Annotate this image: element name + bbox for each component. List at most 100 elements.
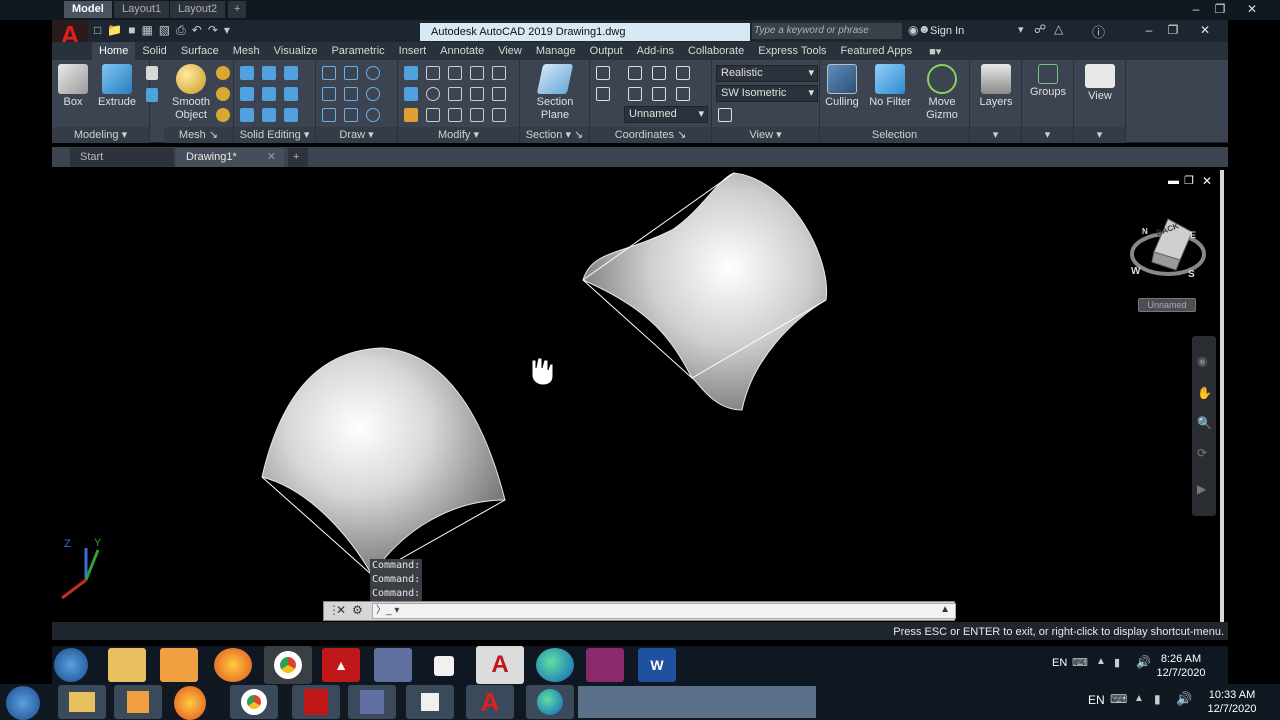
rectangle-icon[interactable] [344,108,358,122]
panel-title[interactable]: Draw ▾ [316,127,397,143]
autocad-taskbar-button[interactable]: A [466,685,514,719]
visual-style-dropdown[interactable]: Realistic ▾ [716,65,818,82]
start-orb-icon[interactable] [54,648,88,682]
language-indicator[interactable]: EN [1088,693,1105,707]
tab-close-icon[interactable]: ✕ [267,148,276,167]
tab-home[interactable]: Home [92,42,136,60]
help-search-input[interactable]: Type a keyword or phrase [752,23,902,39]
separate-icon[interactable] [284,66,298,80]
construction-line-icon[interactable] [344,87,358,101]
groups-button[interactable]: Groups [1028,64,1068,99]
open-icon[interactable]: 📁 [107,23,122,38]
firefox-icon[interactable] [214,648,252,682]
command-input[interactable]: 〉_ ▾ [372,603,956,619]
tab-output[interactable]: Output [583,42,630,60]
steering-wheel-icon[interactable]: ◉ [1197,354,1207,368]
view-button[interactable]: View [1080,64,1120,103]
mesh-refine-icon[interactable] [216,108,230,122]
polyline-icon[interactable] [344,66,358,80]
mesh-smooth-more-icon[interactable] [216,66,230,80]
firefox-icon[interactable] [174,686,206,720]
tab-express-tools[interactable]: Express Tools [751,42,833,60]
zoom-icon[interactable]: 🔍 [1197,416,1212,430]
join-icon[interactable] [492,108,506,122]
qat-dropdown-icon[interactable]: ▾ [224,23,230,38]
tab-surface[interactable]: Surface [174,42,226,60]
tab-insert[interactable]: Insert [392,42,434,60]
mirror-icon[interactable] [470,87,484,101]
shell-icon[interactable] [262,108,276,122]
notepad-taskbar-button[interactable] [406,685,454,719]
ucs-dropdown[interactable]: Unnamed ▾ [624,106,708,123]
chrome-taskbar-button[interactable] [230,685,278,719]
model-surfaces[interactable] [52,170,1228,622]
network-icon[interactable]: ▮ [1114,656,1120,669]
ucs-3point-icon[interactable] [676,87,690,101]
tray-expand-icon[interactable]: ▲ [1096,656,1106,667]
outer-close-icon[interactable]: ✕ [1240,0,1264,18]
tab-drawing1[interactable]: Drawing1* ✕ [176,148,284,167]
rotate-icon[interactable] [426,87,440,101]
fillet-icon[interactable] [492,87,506,101]
circle-icon[interactable] [366,87,380,101]
ucs-z-icon[interactable] [676,66,690,80]
save-icon[interactable]: ■ [128,23,135,38]
panel-expand-icon[interactable]: ▾ [1022,127,1073,143]
ucs-view-icon[interactable] [652,87,666,101]
trim-icon[interactable] [492,66,506,80]
sign-in-button[interactable]: Sign In [930,23,964,39]
clock[interactable]: 8:26 AM 12/7/2020 [1156,652,1206,680]
sign-in-dropdown-icon[interactable]: ▾ [1018,23,1024,36]
acrobat-icon[interactable]: ▲ [322,648,360,682]
copy-icon[interactable] [404,87,418,101]
polysolid-icon[interactable] [146,66,158,80]
arc-icon[interactable] [366,66,380,80]
ucs-x-icon[interactable] [628,66,642,80]
fillet-edge-icon[interactable] [284,87,298,101]
tab-layout1[interactable]: Layout1 [114,1,170,18]
ucs-world-icon[interactable] [596,87,610,101]
smooth-object-button[interactable]: Smooth Object [168,64,214,122]
outer-maximize-icon[interactable]: ❐ [1208,0,1232,18]
keyboard-icon[interactable]: ⌨ [1072,656,1088,669]
tab-solid[interactable]: Solid [135,42,173,60]
edge-taskbar-button[interactable] [526,685,574,719]
undo-icon[interactable]: ↶ [192,23,202,38]
panel-title[interactable]: Section ▾ ↘ [520,127,589,143]
panel-expand-icon[interactable]: ▾ [970,127,1021,143]
tab-parametric[interactable]: Parametric [324,42,391,60]
close-icon[interactable]: ✕ [1194,20,1216,40]
array-icon[interactable] [470,66,484,80]
outer-minimize-icon[interactable]: – [1184,0,1208,18]
line-icon[interactable] [322,66,336,80]
presspull-icon[interactable] [146,88,158,102]
start-orb-icon[interactable] [6,686,40,720]
notepad-icon[interactable] [434,656,454,676]
tab-model[interactable]: Model [64,1,112,18]
mesh-smooth-less-icon[interactable] [216,87,230,101]
layers-button[interactable]: Layers [976,64,1016,109]
align-icon[interactable] [470,108,484,122]
viewport-config-icon[interactable] [718,108,732,122]
file-explorer-icon[interactable] [108,648,146,682]
panel-title[interactable]: Coordinates ↘ [590,127,711,143]
panel-title[interactable]: Modeling ▾ [52,127,149,143]
cart-icon[interactable]: ☍ [1034,22,1046,36]
view-direction-dropdown[interactable]: SW Isometric ▾ [716,85,818,102]
ribbon-options-icon[interactable]: ■▾ [929,45,941,58]
box-button[interactable]: Box [56,64,90,109]
language-indicator[interactable]: EN [1052,657,1067,669]
tab-visualize[interactable]: Visualize [267,42,325,60]
command-line[interactable]: ⋮ ✕ ⚙ 〉_ ▾ ▲ [323,601,956,621]
user-icon[interactable]: ☻ [918,22,931,36]
ucs-origin-icon[interactable] [628,87,642,101]
command-customize-icon[interactable]: ⚙ [352,603,363,617]
edge-icon[interactable] [536,648,574,682]
panel-title[interactable]: Solid Editing ▾ [234,127,315,143]
restore-icon[interactable]: ❐ [1162,20,1184,40]
command-close-icon[interactable]: ✕ [336,603,346,617]
spline-icon[interactable] [322,87,336,101]
minimize-icon[interactable]: – [1138,20,1160,40]
tab-annotate[interactable]: Annotate [433,42,491,60]
tab-featured-apps[interactable]: Featured Apps [834,42,920,60]
